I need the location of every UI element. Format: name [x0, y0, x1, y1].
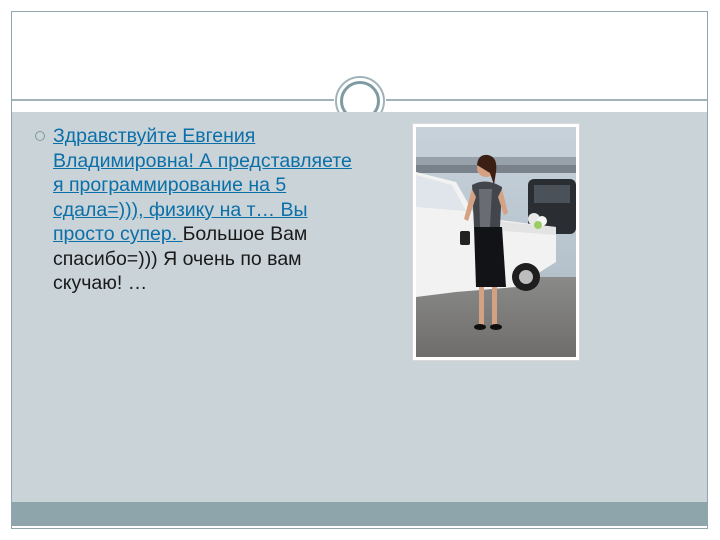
bullet-text: Здравствуйте Евгения Владимировна! А пре… [53, 124, 365, 296]
title-divider-left [12, 99, 334, 101]
bullet-item: Здравствуйте Евгения Владимировна! А пре… [35, 124, 365, 296]
photo-image [416, 127, 576, 357]
title-divider-right [386, 99, 707, 101]
footer-bar [12, 502, 707, 526]
